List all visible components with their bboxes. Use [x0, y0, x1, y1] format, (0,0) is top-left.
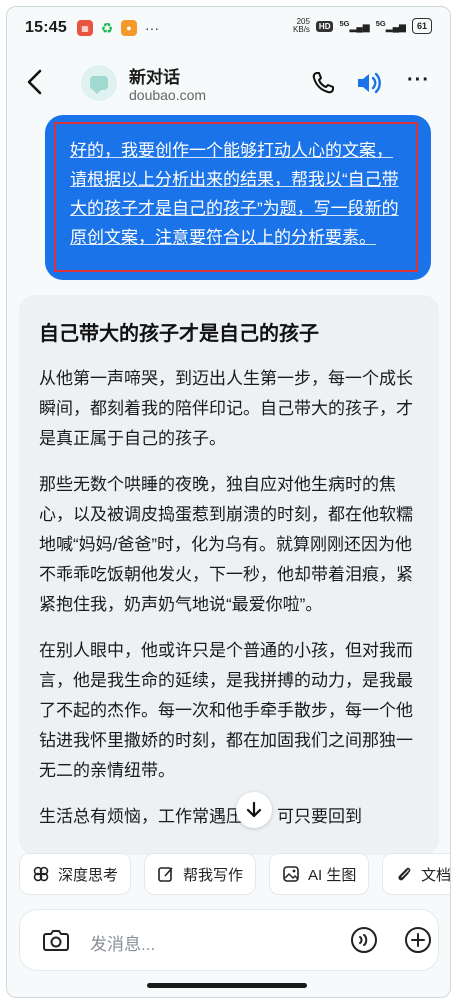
phone-icon[interactable]	[309, 69, 337, 102]
net-speed: 205 KB/s	[293, 17, 310, 34]
chip-deep-think[interactable]: 深度思考	[19, 853, 132, 895]
chat-header: 新对话 doubao.com ···	[7, 59, 450, 107]
voice-icon[interactable]	[350, 926, 378, 959]
status-indicators: 205 KB/s HD 5G▂▄▆ 5G▂▄▆ 61	[293, 18, 432, 34]
ai-paragraph: 生活总有烦恼，工作常遇压力，可只要回到	[39, 807, 362, 826]
hd-icon: HD	[315, 20, 334, 32]
ai-paragraph: 在别人眼中，他或许只是个普通的小孩，但对我而言，他是我生命的延续，是我拼搏的动力…	[39, 641, 413, 780]
signal-icon-2: 5G▂▄▆	[375, 19, 406, 32]
ai-response-title: 自己带大的孩子才是自己的孩子	[39, 323, 319, 345]
phone-frame: 15:45 ▦ ♻ ● ··· 205 KB/s HD 5G▂▄▆ 5G▂▄▆ 6…	[6, 6, 451, 998]
status-bar: 15:45 ▦ ♻ ● ··· 205 KB/s HD 5G▂▄▆ 5G▂▄▆ 6…	[7, 7, 450, 51]
red-app-icon: ▦	[77, 20, 93, 36]
image-icon	[283, 866, 299, 882]
chip-label: 文档	[421, 866, 450, 884]
ai-paragraph: 从他第一声啼哭，到迈出人生第一步，每一个成长瞬间，都刻着我的陪伴印记。自己带大的…	[39, 369, 413, 448]
home-indicator[interactable]	[147, 983, 307, 988]
notification-icons: ▦ ♻ ● ···	[77, 20, 159, 36]
orange-app-icon: ●	[121, 20, 137, 36]
ai-paragraph: 那些无数个哄睡的夜晚，独自应对他生病时的焦心，以及被调皮捣蛋惹到崩溃的时刻，都在…	[39, 475, 413, 614]
bot-avatar[interactable]	[81, 65, 117, 101]
scroll-down-button[interactable]	[236, 792, 272, 828]
chat-bubble-icon	[90, 76, 108, 94]
user-message-text[interactable]: 好的，我要创作一个能够打动人心的文案，请根据以上分析出来的结果，帮我以“自己带大…	[54, 122, 418, 272]
chip-label: 深度思考	[58, 866, 119, 884]
status-time: 15:45	[25, 19, 67, 36]
message-input-bar[interactable]: 发消息...	[19, 909, 439, 971]
more-options-icon[interactable]: ···	[407, 69, 430, 92]
chip-document[interactable]: 文档	[382, 853, 450, 895]
chip-label: 帮我写作	[183, 866, 244, 884]
camera-icon[interactable]	[42, 927, 70, 958]
message-input[interactable]: 发消息...	[90, 930, 155, 955]
more-notifications: ···	[145, 20, 159, 36]
chip-label: AI 生图	[308, 866, 357, 884]
ai-response-card[interactable]: 自己带大的孩子才是自己的孩子 从他第一声啼哭，到迈出人生第一步，每一个成长瞬间，…	[19, 295, 439, 855]
deep-think-icon	[33, 866, 49, 882]
speaker-icon[interactable]	[355, 69, 385, 102]
back-arrow-icon[interactable]	[23, 67, 49, 97]
page-subtitle: doubao.com	[129, 87, 207, 103]
action-chips: 深度思考 帮我写作 AI 生图 文档	[7, 853, 450, 899]
arrow-down-icon	[246, 801, 262, 818]
paperclip-icon	[398, 867, 411, 881]
green-app-icon: ♻	[100, 19, 114, 36]
signal-icon: 5G▂▄▆	[339, 19, 370, 32]
write-icon	[158, 867, 173, 882]
chip-write[interactable]: 帮我写作	[144, 853, 257, 895]
page-title: 新对话	[129, 68, 180, 87]
chip-ai-image[interactable]: AI 生图	[269, 853, 370, 895]
battery-icon: 61	[411, 18, 432, 34]
user-message-bubble[interactable]: 好的，我要创作一个能够打动人心的文案，请根据以上分析出来的结果，帮我以“自己带大…	[45, 115, 431, 280]
plus-icon[interactable]	[404, 926, 432, 959]
